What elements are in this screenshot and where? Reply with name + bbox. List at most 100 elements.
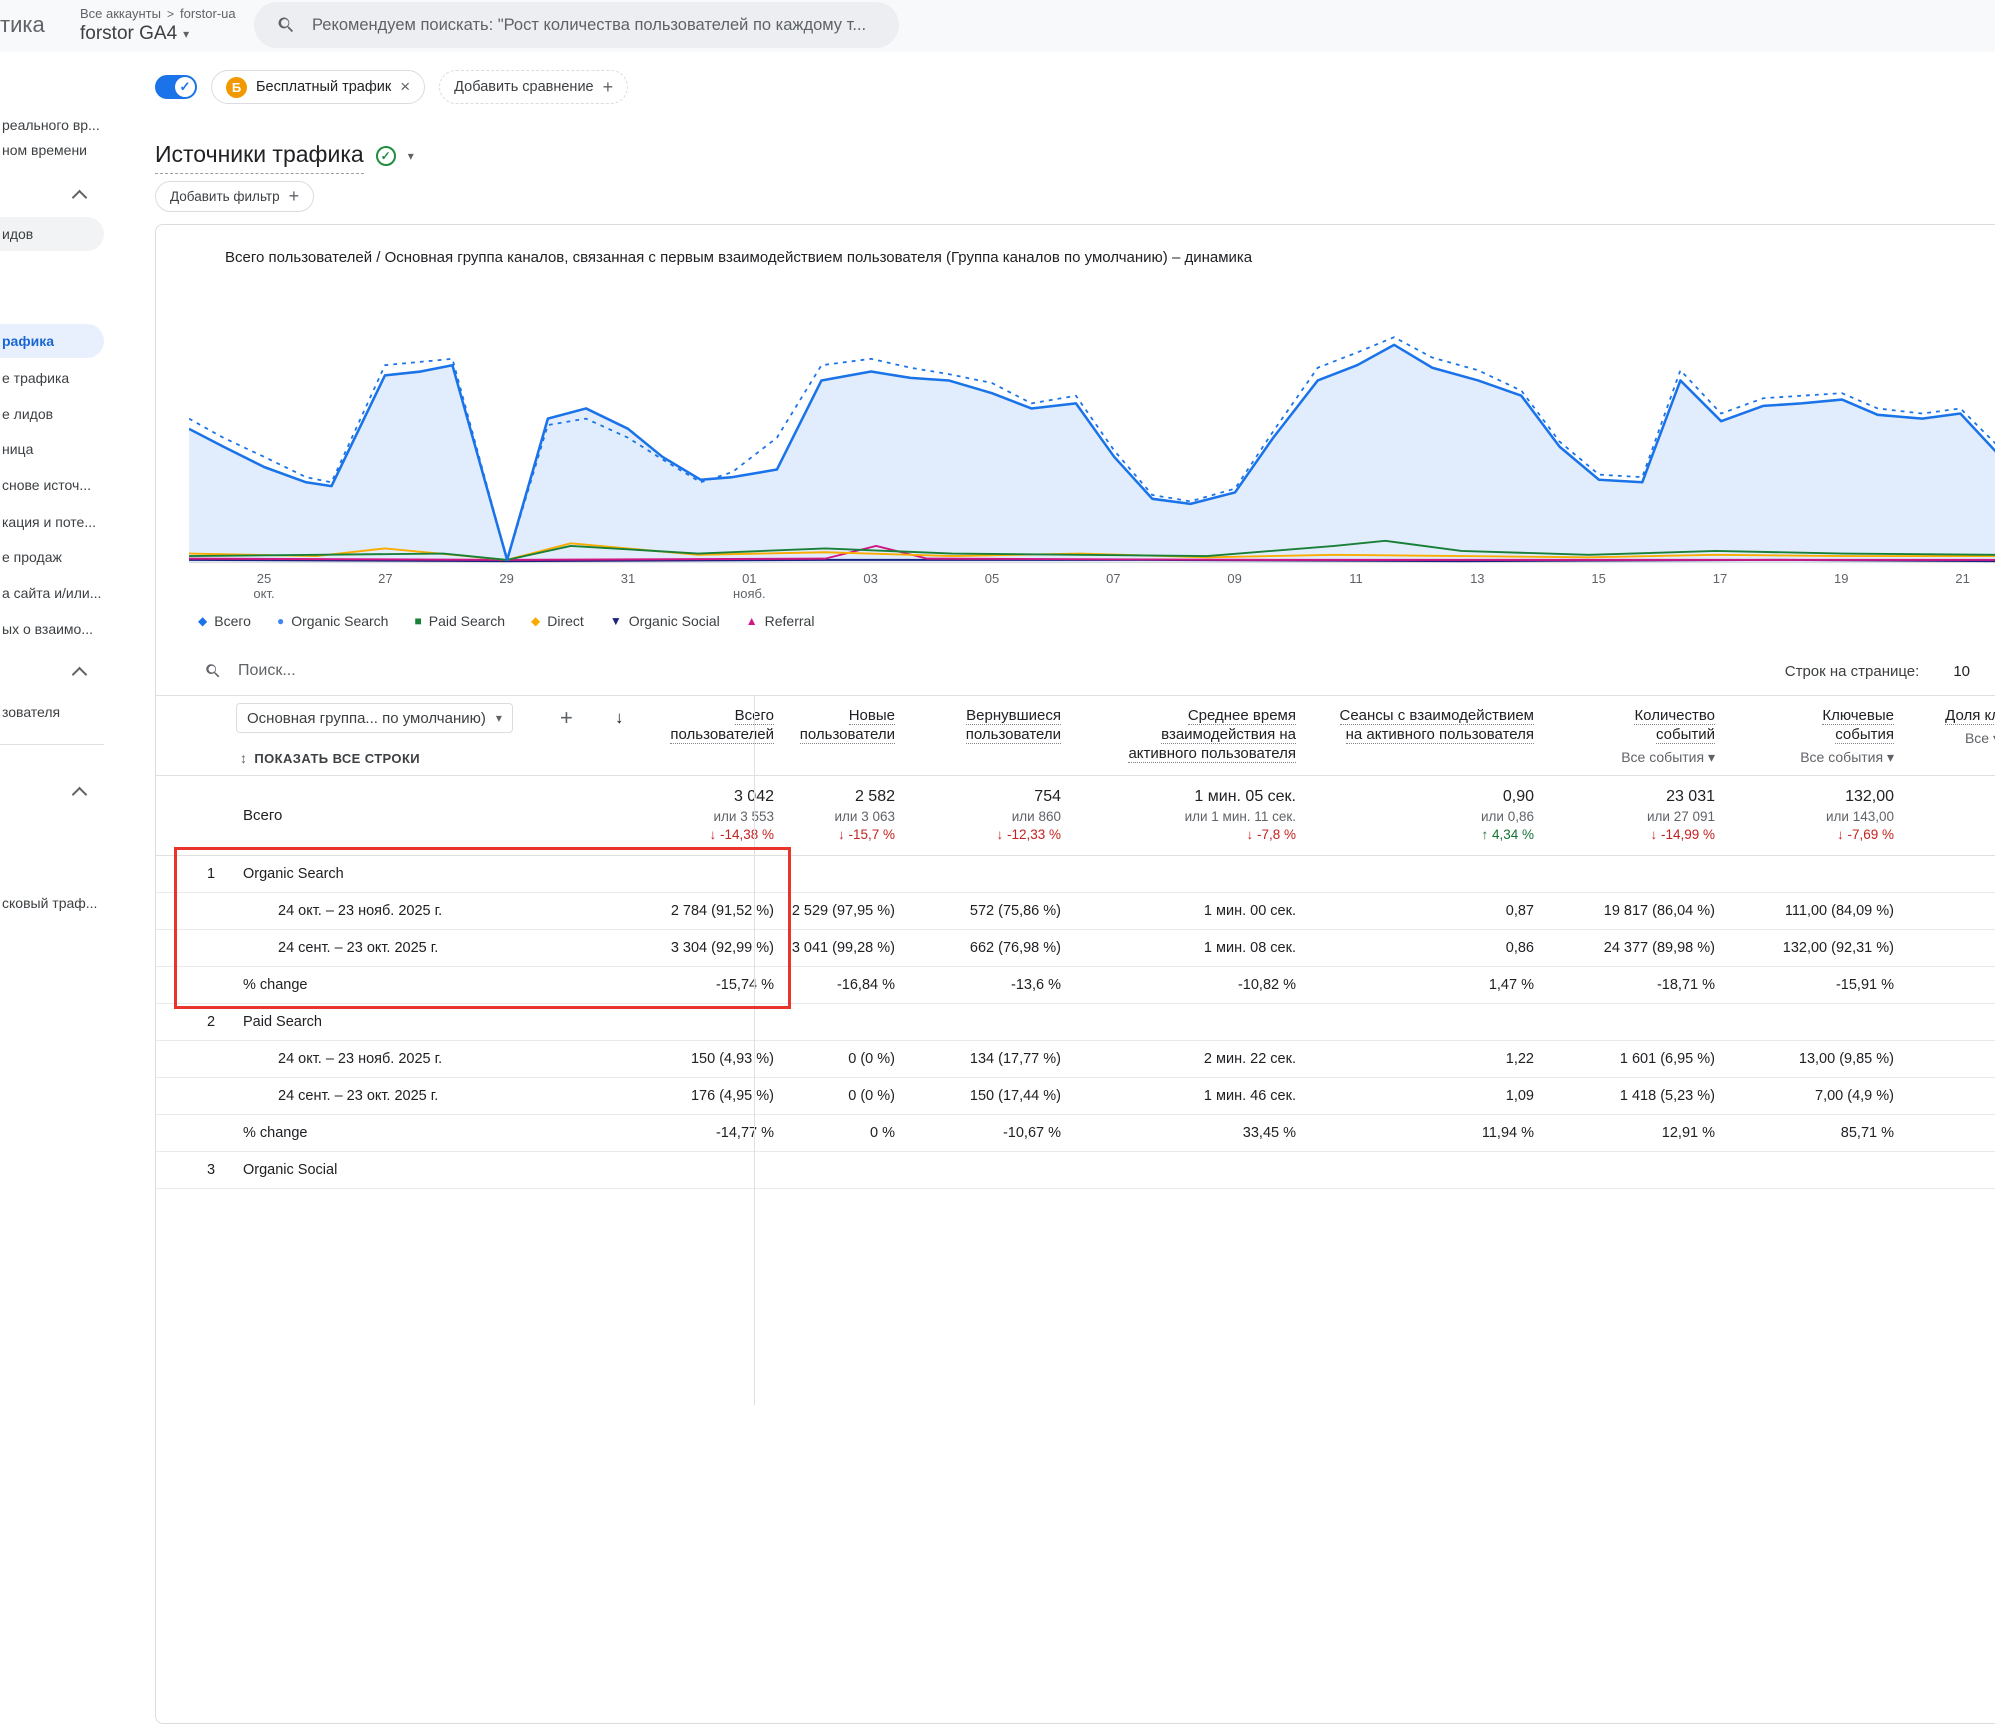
metric-cell: -15,91 % — [1725, 967, 1904, 1003]
legend-item[interactable]: ● Organic Search — [277, 613, 389, 629]
add-comparison-button[interactable]: Добавить сравнение + — [439, 70, 628, 104]
metric-cell: -15,74 % — [599, 967, 784, 1003]
table-row-daterange: 24 окт. – 23 нояб. 2025 г.2 784 (91,52 %… — [156, 893, 1995, 930]
totals-row: Всего 3 042или 3 553↓ -14,38 %2 582или 3… — [156, 776, 1995, 856]
legend-item[interactable]: ◆Direct — [531, 613, 584, 629]
page-title[interactable]: Источники трафика — [155, 141, 364, 174]
legend-marker-icon: ● — [277, 615, 284, 627]
column-header[interactable]: Новыепользователи — [784, 696, 905, 775]
property-switcher[interactable]: forstor GA4 ▾ — [80, 23, 189, 45]
sidebar-item[interactable]: ница — [0, 438, 33, 460]
close-icon[interactable]: × — [400, 77, 410, 97]
table-search-input[interactable]: Поиск... — [238, 662, 296, 680]
metric-cell: -16,84 % — [784, 967, 905, 1003]
legend-marker-icon: ■ — [414, 615, 421, 627]
totals-metric-cell: 2 582или 3 063↓ -15,7 % — [784, 776, 905, 855]
metric-cell: 7,00 (4,9 %) — [1725, 1078, 1904, 1114]
sidebar-item[interactable]: е лидов — [0, 403, 53, 425]
metric-cell: 3 304 (92,99 %) — [599, 930, 784, 966]
column-header[interactable]: Всегопользователей — [599, 696, 784, 775]
sidebar-item[interactable]: зователя — [0, 701, 60, 723]
legend-item[interactable]: ◆Всего — [198, 613, 251, 629]
sidebar-item[interactable]: снове источ... — [0, 474, 91, 496]
row-label: % change — [156, 967, 599, 1003]
chevron-up-icon[interactable] — [72, 787, 88, 803]
column-header[interactable]: Среднее времявзаимодействия наактивного … — [1071, 696, 1306, 775]
metric-cell: 2 мин. 22 сек. — [1071, 1041, 1306, 1077]
chart-title: Всего пользователей / Основная группа ка… — [225, 249, 1252, 266]
breadcrumb: Все аккаунты > forstor-ua — [80, 6, 236, 21]
column-header[interactable]: КлючевыесобытияВсе события ▾ — [1725, 696, 1904, 775]
legend-item[interactable]: ■Paid Search — [414, 613, 505, 629]
sidebar-item[interactable]: кация и поте... — [0, 511, 96, 533]
comparison-toggle[interactable]: ✓ — [155, 75, 197, 99]
column-header[interactable]: Сеансы с взаимодействиемна активного пол… — [1306, 696, 1544, 775]
property-name: forstor GA4 — [80, 23, 177, 45]
chart-x-axis: 25 окт.27293101 нояб.0305070911131517192… — [189, 571, 1995, 605]
row-label: 24 окт. – 23 нояб. 2025 г. — [156, 893, 599, 929]
dimension-selector-dropdown[interactable]: Основная группа... по умолчанию) ▾ — [236, 703, 513, 733]
global-search-bar[interactable]: Рекомендуем поискать: "Рост количества п… — [254, 2, 899, 48]
legend-label: Organic Social — [629, 613, 720, 629]
rows-per-page-value[interactable]: 10 — [1953, 663, 1970, 680]
events-filter-dropdown[interactable]: Все ▾ — [1904, 729, 1995, 748]
top-app-bar: тика Все аккаунты > forstor-ua forstor G… — [0, 0, 1995, 52]
sidebar-item[interactable]: а сайта и/или... — [0, 582, 101, 604]
legend-marker-icon: ▼ — [610, 615, 622, 627]
ga4-analytics-app: { "colors":{ "accent":"#1a73e8", "negati… — [0, 0, 1995, 1175]
sidebar-item[interactable]: ном времени — [0, 139, 87, 161]
add-dimension-button[interactable]: + — [560, 705, 573, 731]
totals-metric-cell: 23 031или 27 091↓ -14,99 % — [1544, 776, 1725, 855]
sidebar-item[interactable]: реального вр... — [0, 114, 100, 136]
chevron-down-icon[interactable]: ▾ — [408, 149, 414, 163]
column-header[interactable]: Доля клВсе ▾ — [1904, 696, 1995, 775]
breadcrumb-all-accounts[interactable]: Все аккаунты — [80, 6, 161, 21]
row-label: 24 сент. – 23 окт. 2025 г. — [156, 1078, 599, 1114]
x-axis-tick-label: 19 — [1801, 571, 1881, 586]
comparison-chip-free-traffic[interactable]: Б Бесплатный трафик × — [211, 70, 425, 104]
legend-item[interactable]: ▲Referral — [746, 613, 815, 629]
report-nav-sidebar: реального вр... ном времени идов рафика … — [0, 52, 104, 1175]
column-header[interactable]: Вернувшиесяпользователи — [905, 696, 1071, 775]
add-filter-button[interactable]: Добавить фильтр + — [155, 181, 314, 212]
column-header[interactable]: КоличествособытийВсе события ▾ — [1544, 696, 1725, 775]
breadcrumb-property[interactable]: forstor-ua — [180, 6, 236, 21]
chart-legend: ◆Всего ● Organic Search ■Paid Search ◆Direct… — [198, 613, 814, 629]
totals-metric-cell: 1 мин. 05 сек.или 1 мин. 11 сек.↓ -7,8 % — [1071, 776, 1306, 855]
metric-cell: -10,67 % — [905, 1115, 1071, 1151]
sidebar-item[interactable]: е трафика — [0, 367, 69, 389]
row-number: 3 — [207, 1162, 221, 1178]
x-axis-tick-label: 27 — [345, 571, 425, 586]
channel-name: Organic Search — [243, 866, 344, 882]
events-filter-dropdown[interactable]: Все события ▾ — [1725, 748, 1894, 767]
metric-cell: 111,00 (84,09 %) — [1725, 893, 1904, 929]
sidebar-item-selected[interactable]: рафика — [0, 324, 104, 358]
x-axis-tick-label: 15 — [1559, 571, 1639, 586]
metric-cell: 85,71 % — [1725, 1115, 1904, 1151]
sidebar-item[interactable]: идов — [0, 217, 104, 251]
metric-cell: 662 (76,98 %) — [905, 930, 1071, 966]
metric-cell: 176 (4,95 %) — [599, 1078, 784, 1114]
sort-descending-icon[interactable]: ↓ — [615, 708, 624, 728]
metric-cell: 1 мин. 08 сек. — [1071, 930, 1306, 966]
table-row-daterange: 24 окт. – 23 нояб. 2025 г.150 (4,93 %)0 … — [156, 1041, 1995, 1078]
comparison-chip-label: Бесплатный трафик — [256, 79, 391, 95]
chevron-up-icon[interactable] — [72, 190, 88, 206]
show-all-rows-button[interactable]: ↕ ПОКАЗАТЬ ВСЕ СТРОКИ — [240, 750, 420, 766]
events-filter-dropdown[interactable]: Все события ▾ — [1544, 748, 1715, 767]
sidebar-item[interactable]: сковый траф... — [0, 892, 97, 914]
metric-cell: 2 784 (91,52 %) — [599, 893, 784, 929]
sidebar-item[interactable]: ых о взаимо... — [0, 618, 93, 640]
metric-cell: 1,22 — [1306, 1041, 1544, 1077]
channel-name: Paid Search — [243, 1014, 322, 1030]
sidebar-item[interactable]: е продаж — [0, 546, 62, 568]
x-axis-tick-label: 31 — [588, 571, 668, 586]
chevron-up-icon[interactable] — [72, 667, 88, 683]
legend-item[interactable]: ▼ Organic Social — [610, 613, 720, 629]
search-icon — [276, 15, 296, 35]
legend-label: Organic Search — [291, 613, 388, 629]
x-axis-tick-label: 25 окт. — [224, 571, 304, 601]
legend-marker-icon: ▲ — [746, 615, 758, 627]
metric-cell: 12,91 % — [1544, 1115, 1725, 1151]
totals-metric-cell: 132,00или 143,00↓ -7,69 % — [1725, 776, 1904, 855]
